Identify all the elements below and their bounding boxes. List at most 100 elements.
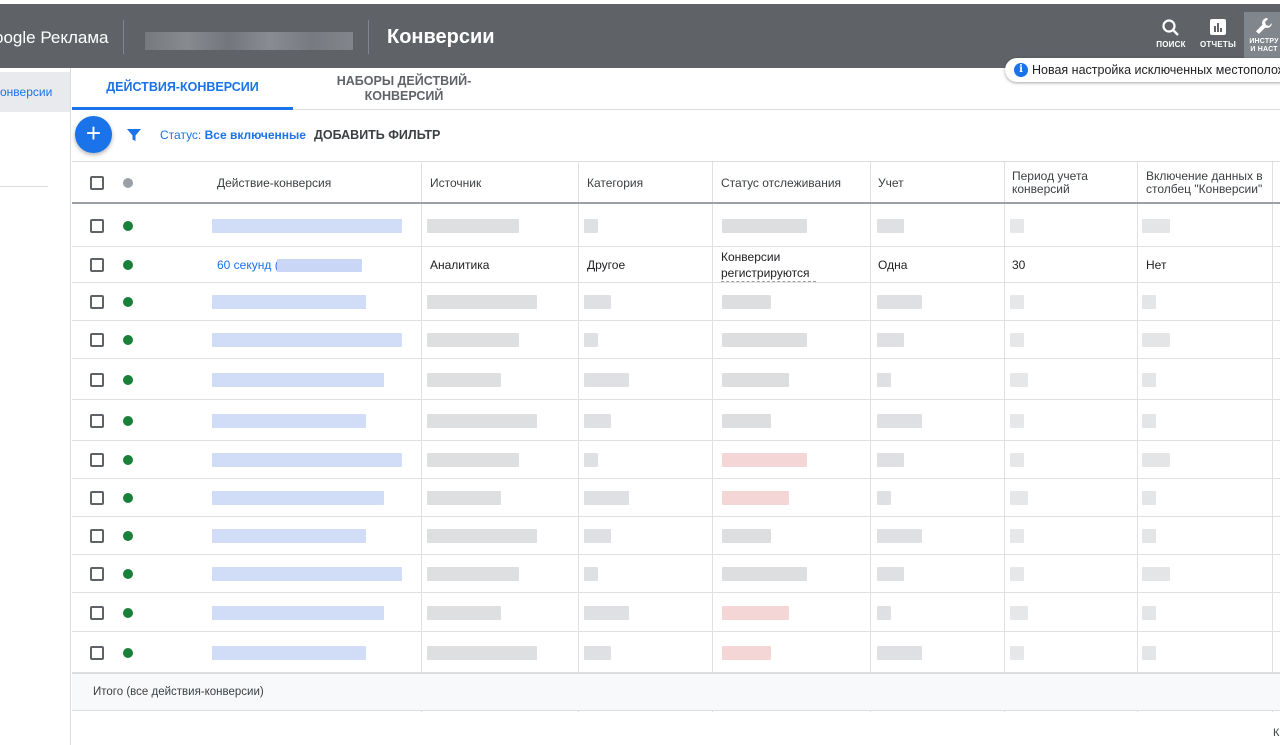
row-checkbox[interactable] bbox=[90, 219, 104, 233]
totals-row: Итого (все действия-конверсии) bbox=[72, 673, 1280, 711]
search-button[interactable]: ПОИСК bbox=[1149, 14, 1193, 62]
sidebar-item-conversions[interactable]: онверсии bbox=[0, 72, 70, 112]
add-conversion-button[interactable]: + bbox=[75, 116, 112, 153]
conversion-name-link[interactable]: 60 секунд ( bbox=[217, 257, 279, 273]
status-dot bbox=[123, 375, 133, 385]
redacted-text bbox=[722, 567, 807, 581]
row-checkbox[interactable] bbox=[90, 491, 104, 505]
redacted-text bbox=[1010, 491, 1028, 505]
redacted-text bbox=[722, 373, 789, 387]
redacted-text bbox=[1010, 646, 1024, 660]
redacted-text bbox=[584, 453, 598, 467]
table-row[interactable] bbox=[72, 517, 1280, 555]
reports-button-label: ОТЧЕТЫ bbox=[1200, 40, 1236, 49]
row-checkbox[interactable] bbox=[90, 646, 104, 660]
row-checkbox[interactable] bbox=[90, 295, 104, 309]
table-row[interactable] bbox=[72, 321, 1280, 359]
status-filter-label: Статус: bbox=[160, 128, 205, 142]
tab-label: ДЕЙСТВИЯ-КОНВЕРСИИ bbox=[106, 80, 259, 94]
select-all-checkbox[interactable] bbox=[90, 176, 104, 190]
redacted-text bbox=[584, 567, 598, 581]
app-logo[interactable]: oogle Реклама bbox=[0, 28, 109, 48]
redacted-text bbox=[427, 606, 501, 620]
tab-conversion-actions[interactable]: ДЕЙСТВИЯ-КОНВЕРСИИ bbox=[72, 68, 293, 110]
redacted-text bbox=[877, 414, 922, 428]
filter-bar: + Статус: Все включенные ДОБАВИТЬ ФИЛЬТР bbox=[72, 110, 1280, 162]
table-row[interactable] bbox=[72, 359, 1280, 400]
tab-bar: ДЕЙСТВИЯ-КОНВЕРСИИ НАБОРЫ ДЕЙСТВИЙ- КОНВ… bbox=[72, 68, 1280, 110]
table-row[interactable] bbox=[72, 400, 1280, 441]
redacted-text bbox=[1010, 453, 1024, 467]
redacted-text bbox=[877, 453, 904, 467]
reports-button[interactable]: ОТЧЕТЫ bbox=[1196, 14, 1240, 62]
status-dot bbox=[123, 260, 133, 270]
redacted-text bbox=[1142, 646, 1156, 660]
filter-icon[interactable] bbox=[126, 127, 142, 143]
redacted-text bbox=[1142, 414, 1156, 428]
table-row[interactable] bbox=[72, 441, 1280, 479]
include-cell: Нет bbox=[1146, 258, 1167, 272]
column-header-tracking-status[interactable]: Статус отслеживания bbox=[721, 162, 866, 204]
status-dot bbox=[123, 455, 133, 465]
table-row[interactable] bbox=[72, 593, 1280, 632]
row-checkbox[interactable] bbox=[90, 453, 104, 467]
table-row[interactable] bbox=[72, 204, 1280, 247]
redacted-text bbox=[1142, 606, 1156, 620]
table-row[interactable] bbox=[72, 479, 1280, 517]
sidebar: онверсии bbox=[0, 68, 71, 745]
row-checkbox[interactable] bbox=[90, 606, 104, 620]
totals-label: Итого (все действия-конверсии) bbox=[93, 686, 264, 698]
status-dot bbox=[123, 221, 133, 231]
redacted-text bbox=[877, 219, 904, 233]
redacted-text bbox=[427, 491, 501, 505]
row-checkbox[interactable] bbox=[90, 333, 104, 347]
column-header-category[interactable]: Категория bbox=[587, 162, 707, 204]
redacted-text bbox=[427, 567, 519, 581]
redacted-text bbox=[1142, 567, 1170, 581]
column-header-name[interactable]: Действие-конверсия bbox=[217, 162, 417, 204]
redacted-text bbox=[584, 529, 611, 543]
redacted-text bbox=[877, 373, 891, 387]
table-row[interactable]: 60 секунд (Аналитика Другое Конверсии реги… bbox=[72, 247, 1280, 283]
redacted-text bbox=[427, 295, 537, 309]
table-header: Действие-конверсия Источник Категория Ст… bbox=[72, 162, 1280, 204]
tools-button-label: ИНСТРУ И НАСТ bbox=[1249, 38, 1279, 53]
table-row[interactable] bbox=[72, 283, 1280, 321]
tab-label: НАБОРЫ ДЕЙСТВИЙ- КОНВЕРСИЙ bbox=[336, 74, 472, 103]
status-column-icon[interactable] bbox=[123, 178, 133, 188]
sidebar-item-label: онверсии bbox=[0, 85, 53, 99]
redacted-text bbox=[212, 529, 366, 543]
redacted-text bbox=[212, 295, 366, 309]
redacted-text bbox=[427, 219, 519, 233]
column-header-count[interactable]: Учет bbox=[878, 162, 998, 204]
redacted-text bbox=[277, 259, 362, 272]
row-checkbox[interactable] bbox=[90, 373, 104, 387]
column-header-include[interactable]: Включение данных в столбец "Конверсии" bbox=[1146, 162, 1268, 204]
column-header-window[interactable]: Период учета конверсий bbox=[1012, 162, 1122, 204]
row-checkbox[interactable] bbox=[90, 567, 104, 581]
row-checkbox[interactable] bbox=[90, 258, 104, 272]
row-checkbox[interactable] bbox=[90, 529, 104, 543]
redacted-text bbox=[722, 453, 807, 467]
status-filter-chip[interactable]: Статус: Все включенные bbox=[160, 128, 306, 142]
tab-conversion-action-sets[interactable]: НАБОРЫ ДЕЙСТВИЙ- КОНВЕРСИЙ bbox=[304, 68, 504, 110]
redacted-text bbox=[1142, 219, 1170, 233]
table-row[interactable] bbox=[72, 555, 1280, 593]
redacted-text bbox=[722, 491, 789, 505]
column-header-source[interactable]: Источник bbox=[430, 162, 570, 204]
redacted-text bbox=[722, 529, 771, 543]
redacted-text bbox=[1010, 219, 1024, 233]
redacted-text bbox=[427, 529, 537, 543]
status-dot bbox=[123, 569, 133, 579]
redacted-text bbox=[1142, 333, 1170, 347]
reports-icon bbox=[1196, 14, 1240, 40]
redacted-text bbox=[877, 529, 922, 543]
source-cell: Аналитика bbox=[430, 258, 490, 272]
redacted-text bbox=[1142, 295, 1156, 309]
row-checkbox[interactable] bbox=[90, 414, 104, 428]
account-selector[interactable] bbox=[145, 32, 353, 50]
add-filter-button[interactable]: ДОБАВИТЬ ФИЛЬТР bbox=[314, 128, 440, 142]
redacted-text bbox=[722, 414, 771, 428]
redacted-text bbox=[722, 646, 771, 660]
table-row[interactable] bbox=[72, 632, 1280, 673]
